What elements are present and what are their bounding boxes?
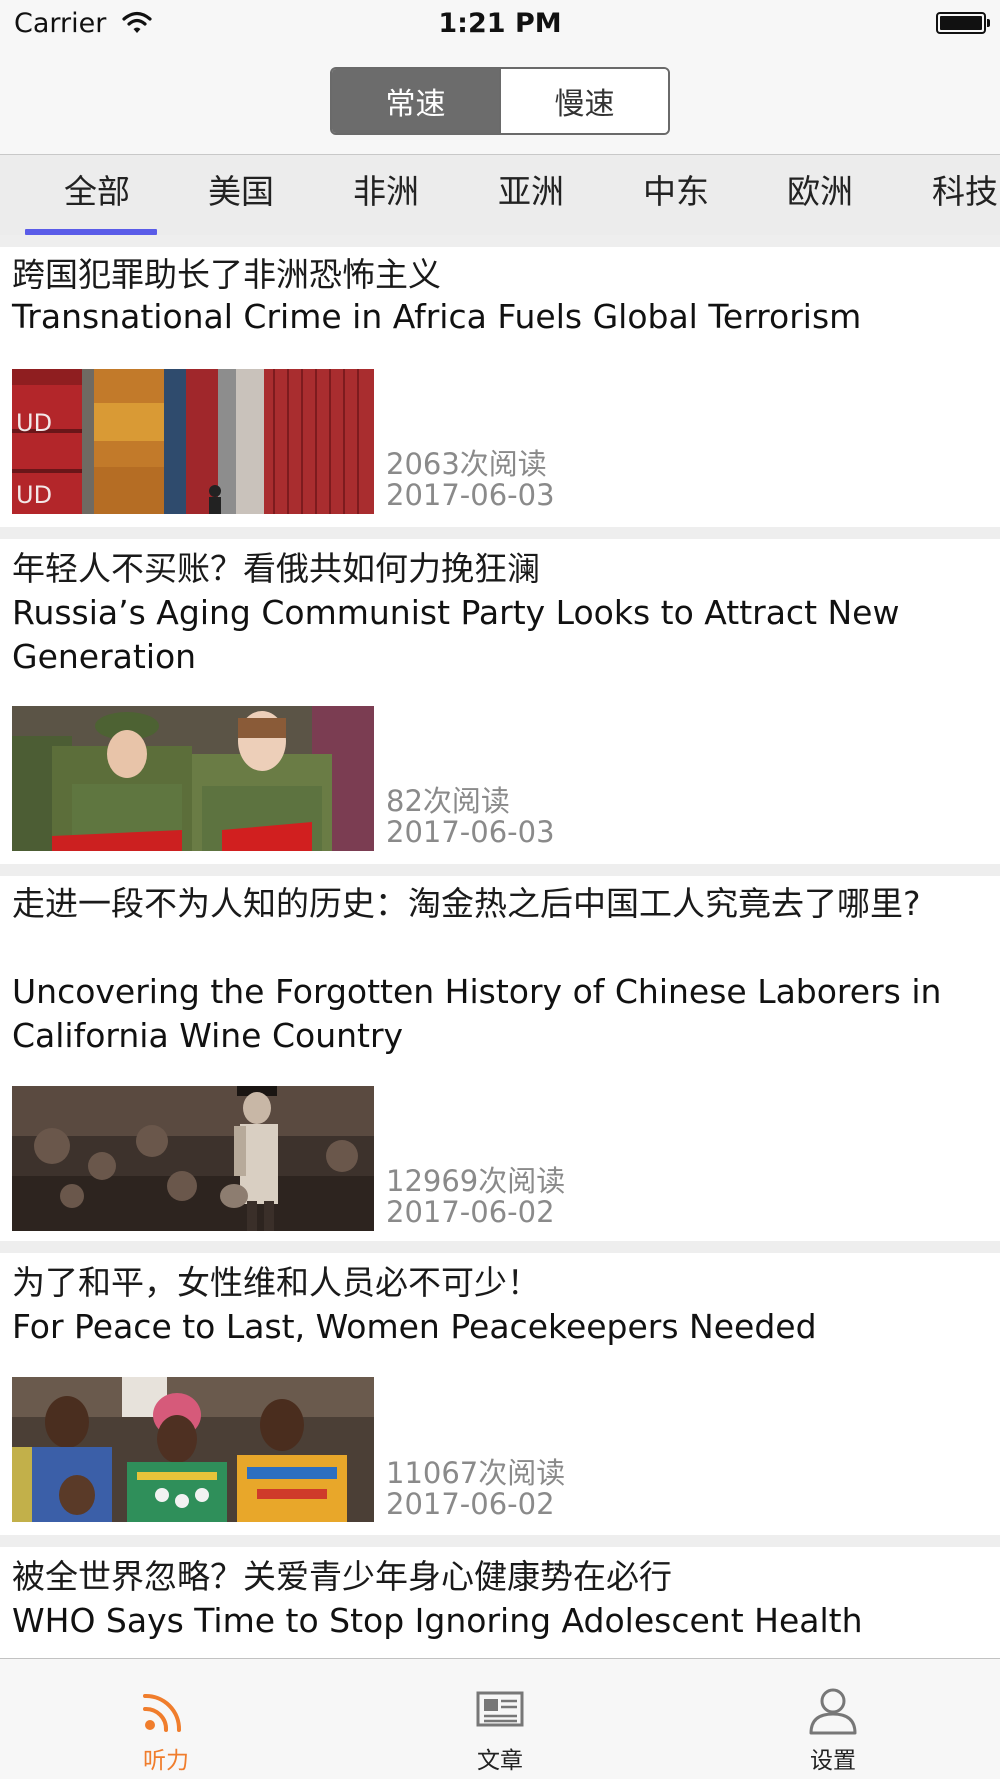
tab-asia[interactable]: 亚洲 [461, 155, 601, 235]
clock: 1:21 PM [438, 8, 562, 39]
article-title-cn: 年轻人不买账？看俄共如何力挽狂澜 [12, 549, 540, 588]
tab-africa[interactable]: 非洲 [316, 155, 456, 235]
tab-middle-east[interactable]: 中东 [606, 155, 746, 235]
status-bar: Carrier 1:21 PM [0, 0, 1000, 50]
article-title-cn: 为了和平，女性维和人员必不可少！ [12, 1263, 540, 1302]
tab-label: 设置 [810, 1748, 856, 1774]
tab-articles[interactable]: 文章 [400, 1659, 600, 1779]
article-title-cn: 被全世界忽略？关爱青少年身心健康势在必行 [12, 1557, 672, 1596]
article-title-en: For Peace to Last, Women Peacekeepers Ne… [12, 1307, 817, 1346]
newspaper-icon [476, 1691, 524, 1727]
publish-date: 2017-06-03 [386, 478, 555, 512]
article-thumbnail [12, 1377, 374, 1522]
normal-speed-option[interactable]: 常速 [332, 69, 499, 133]
article-item[interactable]: 被全世界忽略？关爱青少年身心健康势在必行 WHO Says Time to St… [0, 1547, 1000, 1658]
tab-all[interactable]: 全部 [27, 155, 167, 235]
article-title-en: Uncovering the Forgotten History of Chin… [12, 972, 942, 1055]
article-title-en: Transnational Crime in Africa Fuels Glob… [12, 297, 862, 336]
read-count: 12969次阅读 [386, 1164, 566, 1198]
article-title-en: WHO Says Time to Stop Ignoring Adolescen… [12, 1601, 863, 1640]
tab-label: 文章 [477, 1748, 523, 1774]
publish-date: 2017-06-02 [386, 1487, 555, 1521]
tab-usa[interactable]: 美国 [171, 155, 311, 235]
slow-speed-option[interactable]: 慢速 [499, 69, 668, 133]
tab-technology[interactable]: 科技 [895, 155, 1000, 235]
article-thumbnail [12, 1086, 374, 1231]
navigation-bar: 常速 慢速 [0, 50, 1000, 155]
person-icon [809, 1688, 857, 1735]
tab-bar: 听力 文章 设置 [0, 1658, 1000, 1779]
tab-listening[interactable]: 听力 [66, 1659, 266, 1779]
tab-settings[interactable]: 设置 [733, 1659, 933, 1779]
article-item[interactable]: 跨国犯罪助长了非洲恐怖主义 Transnational Crime in Afr… [0, 247, 1000, 527]
article-item[interactable]: 年轻人不买账？看俄共如何力挽狂澜 Russia’s Aging Communis… [0, 539, 1000, 864]
article-title-cn: 走进一段不为人知的历史：淘金热之后中国工人究竟去了哪里? [12, 884, 921, 923]
tab-europe[interactable]: 欧洲 [750, 155, 890, 235]
svg-text:UD: UD [16, 409, 52, 437]
tab-label: 听力 [143, 1748, 189, 1774]
rss-icon [143, 1693, 182, 1732]
publish-date: 2017-06-02 [386, 1195, 555, 1229]
speed-segmented-control: 常速 慢速 [330, 67, 670, 135]
article-item[interactable]: 为了和平，女性维和人员必不可少！ For Peace to Last, Wome… [0, 1253, 1000, 1535]
publish-date: 2017-06-03 [386, 815, 555, 849]
battery-icon [936, 12, 990, 34]
article-thumbnail [12, 706, 374, 851]
article-title-cn: 跨国犯罪助长了非洲恐怖主义 [12, 255, 441, 294]
read-count: 2063次阅读 [386, 447, 547, 481]
article-item[interactable]: 走进一段不为人知的历史：淘金热之后中国工人究竟去了哪里? Uncovering … [0, 876, 1000, 1241]
svg-text:UD: UD [16, 481, 52, 509]
article-title-en: Russia’s Aging Communist Party Looks to … [12, 593, 900, 676]
read-count: 82次阅读 [386, 784, 510, 818]
article-thumbnail: UD UD [12, 369, 374, 514]
article-list[interactable]: 跨国犯罪助长了非洲恐怖主义 Transnational Crime in Afr… [0, 235, 1000, 1658]
category-tabs: 全部 美国 非洲 亚洲 中东 欧洲 科技 [0, 155, 1000, 235]
read-count: 11067次阅读 [386, 1456, 566, 1490]
